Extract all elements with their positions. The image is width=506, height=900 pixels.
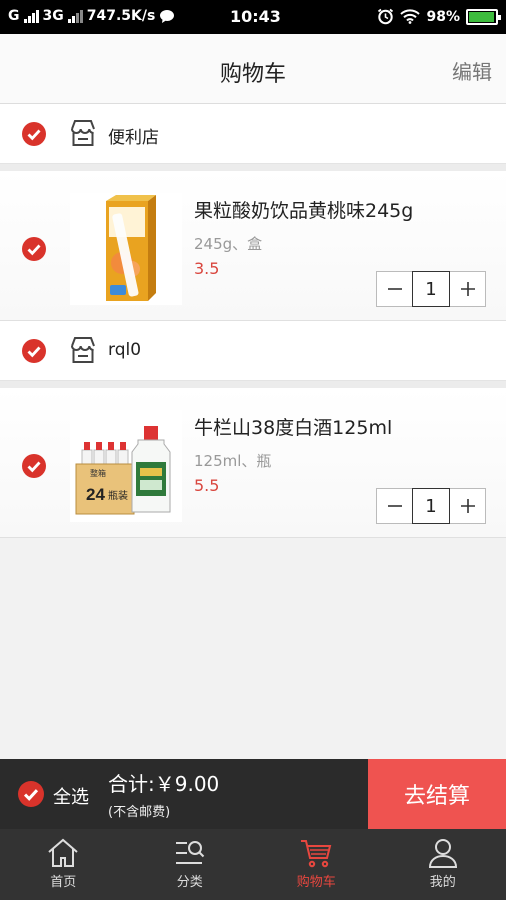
decrease-button[interactable]: [377, 489, 412, 523]
alarm-icon: [378, 8, 394, 25]
select-all-checkbox-icon[interactable]: [18, 781, 44, 807]
shipping-note: (不含邮费): [108, 805, 171, 820]
decrease-button[interactable]: [377, 272, 412, 306]
carrier-label: G: [8, 8, 20, 24]
signal-icon: [23, 9, 39, 23]
product-price: 3.5: [194, 259, 220, 278]
status-left: G 3G 747.5K/s: [8, 8, 175, 24]
quantity-input[interactable]: 1: [412, 488, 450, 524]
tab-me[interactable]: 我的: [380, 829, 506, 900]
product-image[interactable]: 整箱 24 瓶装: [70, 410, 182, 522]
plus-icon: [460, 282, 475, 296]
increase-button[interactable]: [450, 489, 485, 523]
shop-icon: [71, 337, 95, 363]
product-spec: 245g、盒: [194, 235, 263, 253]
tab-label: 我的: [429, 875, 456, 890]
box-top-text: 整箱: [90, 468, 106, 478]
status-right: 98%: [377, 8, 501, 25]
page-title: 购物车: [219, 62, 286, 87]
checkout-bar: 全选 合计:￥9.00 (不含邮费) 去结算: [0, 759, 506, 829]
quantity-input[interactable]: 1: [412, 271, 450, 307]
battery-icon: [466, 8, 501, 25]
item-checkbox-icon[interactable]: [22, 454, 46, 478]
store-name[interactable]: rql0: [108, 340, 141, 360]
select-all-label[interactable]: 全选: [53, 783, 89, 809]
plus-icon: [460, 499, 475, 513]
store-checkbox-icon[interactable]: [22, 122, 46, 146]
battery-percent: 98%: [426, 8, 460, 25]
liquor-case-image: 整箱 24 瓶装: [75, 426, 171, 515]
clock: 10:43: [230, 7, 281, 26]
product-name[interactable]: 牛栏山38度白酒125ml: [194, 413, 392, 440]
message-icon: [160, 9, 175, 23]
network-speed: 747.5K/s: [86, 8, 156, 24]
user-icon: [428, 839, 457, 868]
item-checkbox-icon[interactable]: [22, 237, 46, 261]
cart-icon: [301, 840, 332, 868]
total-price: 合计:￥9.00: [108, 772, 220, 796]
wifi-icon: [400, 9, 421, 24]
tab-cart[interactable]: 购物车: [253, 829, 380, 900]
minus-icon: [387, 288, 402, 290]
checkout-button[interactable]: 去结算: [368, 759, 506, 829]
quantity-stepper: 1: [376, 271, 486, 307]
tab-label: 首页: [50, 875, 77, 890]
page-header: 购物车 编辑: [0, 34, 506, 104]
tab-home[interactable]: 首页: [0, 829, 127, 900]
bottom-tab-bar: 首页 分类 购物车 我的: [0, 829, 506, 900]
cart-item[interactable]: 果粒酸奶饮品黄桃味245g 245g、盒 3.5 1: [0, 171, 506, 321]
edit-button[interactable]: 编辑: [452, 56, 492, 85]
network-label: 3G: [42, 8, 64, 24]
store-name[interactable]: 便利店: [108, 123, 159, 148]
signal-icon-2: [67, 9, 83, 23]
category-search-icon: [175, 841, 204, 864]
product-price: 5.5: [194, 476, 220, 495]
tab-category[interactable]: 分类: [127, 829, 254, 900]
box-label-text: 24: [86, 485, 105, 504]
home-icon: [48, 838, 78, 867]
tab-label: 购物车: [296, 875, 336, 890]
increase-button[interactable]: [450, 272, 485, 306]
yogurt-carton-image: [106, 195, 156, 301]
store-row[interactable]: rql0: [0, 321, 506, 381]
minus-icon: [387, 505, 402, 507]
status-bar: G 3G 747.5K/s 10:43 98%: [0, 0, 506, 34]
product-image[interactable]: [70, 193, 182, 305]
store-row[interactable]: 便利店: [0, 104, 506, 164]
product-name[interactable]: 果粒酸奶饮品黄桃味245g: [194, 196, 413, 223]
tab-label: 分类: [176, 875, 203, 890]
box-label2-text: 瓶装: [108, 489, 128, 502]
battery-fill: [469, 11, 495, 22]
store-checkbox-icon[interactable]: [22, 339, 46, 363]
quantity-stepper: 1: [376, 488, 486, 524]
shop-icon: [71, 120, 95, 146]
product-spec: 125ml、瓶: [194, 452, 272, 470]
cart-item[interactable]: 整箱 24 瓶装 牛栏山38度白酒125ml 125ml、瓶 5.5 1: [0, 388, 506, 538]
